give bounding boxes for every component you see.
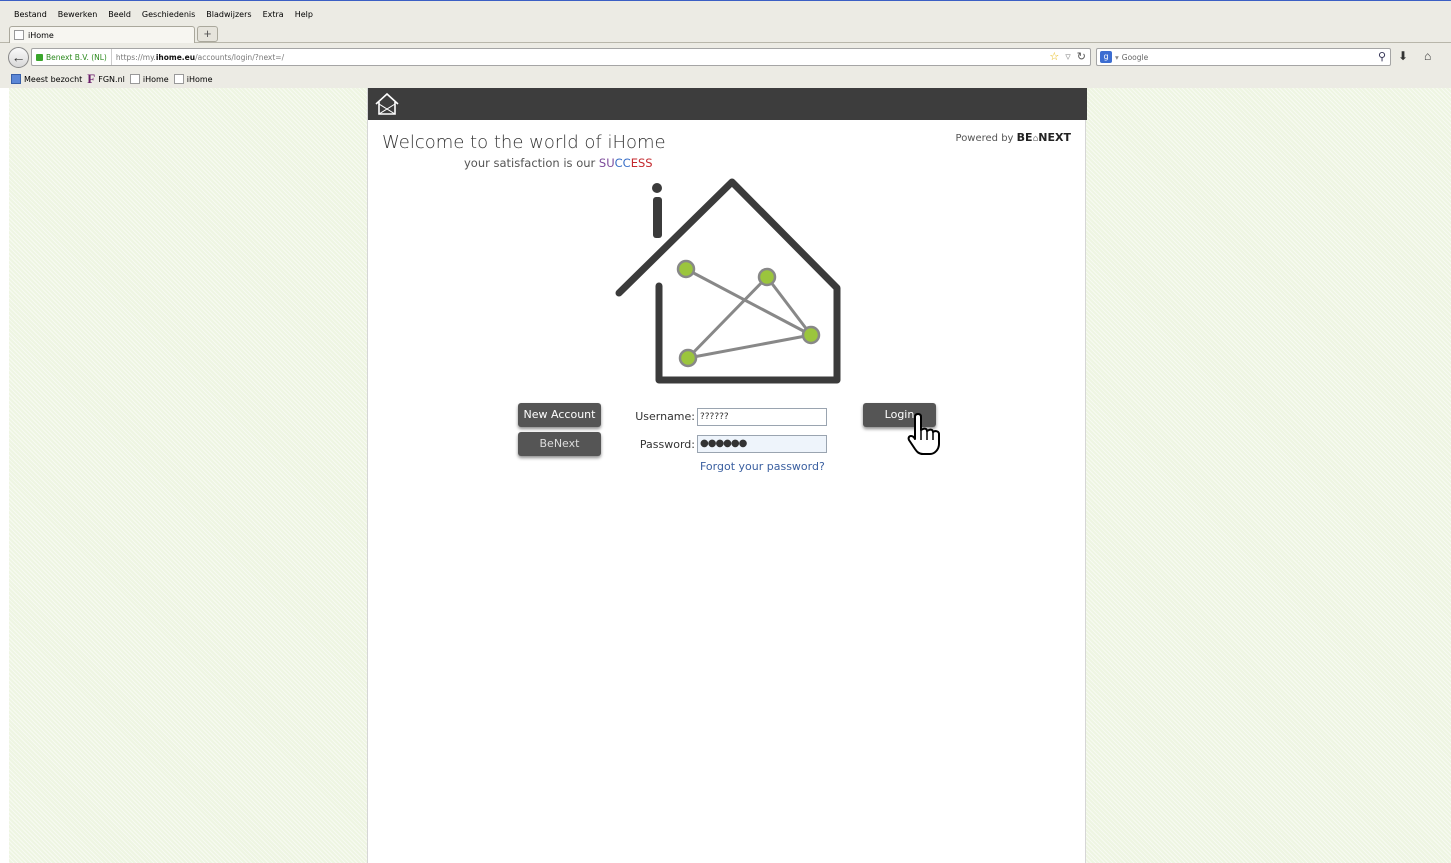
dropdown-icon[interactable]: ▿ [1065,49,1071,65]
page-icon [14,30,24,40]
search-placeholder: Google [1121,52,1149,62]
password-field[interactable]: ●●●●●● [697,435,827,453]
page-background: Welcome to the world of iHome your satis… [9,88,1451,863]
url-bar-icons: ☆ ▿ ↻ [1049,49,1086,65]
google-icon[interactable]: g [1100,51,1112,63]
bookmark-ihome-2[interactable]: iHome [173,74,213,84]
bookmark-fgn[interactable]: F FGN.nl [87,71,125,86]
browser-chrome: Bestand Bewerken Beeld Geschiedenis Blad… [0,0,1451,88]
bookmark-star-icon[interactable]: ☆ [1049,49,1059,65]
ihome-logo-illustration [615,178,841,384]
back-button[interactable]: ← [8,47,29,68]
search-engine-dropdown-icon[interactable]: ▾ [1115,53,1119,62]
page-icon [129,74,140,84]
password-label: Password: [639,438,695,451]
home-logo-icon[interactable] [374,92,400,116]
url-bar[interactable]: Benext B.V. (NL) https://my.ihome.eu/acc… [31,48,1091,66]
username-field[interactable]: ?????? [697,408,827,426]
url-text: https://my.ihome.eu/accounts/login/?next… [115,52,285,62]
menu-beeld[interactable]: Beeld [108,7,131,23]
tab-ihome[interactable]: iHome [9,26,195,43]
new-tab-button[interactable]: + [197,26,218,42]
identity-label: Benext B.V. (NL) [46,52,107,62]
bookmarks-bar: Meest bezocht F FGN.nl iHome iHome [0,71,213,87]
menu-bar: Bestand Bewerken Beeld Geschiedenis Blad… [0,7,313,23]
hand-cursor-icon [907,413,940,455]
menu-extra[interactable]: Extra [263,7,284,23]
page-icon [173,74,184,84]
welcome-heading: Welcome to the world of iHome [382,132,666,153]
menu-bestand[interactable]: Bestand [14,7,47,23]
download-icon[interactable]: ⬇ [1398,49,1408,63]
powered-by: Powered by BE⌂NEXT [955,131,1071,144]
tagline: your satisfaction is our SUCCESS [464,156,653,170]
folder-icon [11,74,21,84]
tab-bar: iHome + [0,25,1451,43]
menu-geschiedenis[interactable]: Geschiedenis [142,7,195,23]
menu-bladwijzers[interactable]: Bladwijzers [206,7,251,23]
search-icon[interactable]: ⚲ [1378,50,1386,63]
new-account-button[interactable]: New Account [518,403,601,427]
benext-button[interactable]: BeNext [518,432,601,456]
menu-help[interactable]: Help [295,7,313,23]
site-identity[interactable]: Benext B.V. (NL) [32,49,112,65]
menu-bewerken[interactable]: Bewerken [58,7,98,23]
navigation-bar: ← Benext B.V. (NL) https://my.ihome.eu/a… [0,45,1451,69]
tab-title: iHome [28,30,54,40]
fgn-icon: F [87,71,96,86]
lock-icon [36,53,43,61]
search-bar[interactable]: g ▾ Google ⚲ [1096,48,1391,66]
home-icon[interactable]: ⌂ [1424,49,1431,63]
site-header [368,88,1087,120]
reload-icon[interactable]: ↻ [1077,49,1086,65]
main-content: Welcome to the world of iHome your satis… [367,88,1087,863]
bookmark-meest-bezocht[interactable]: Meest bezocht [11,74,82,84]
username-label: Username: [635,410,695,423]
forgot-password-link[interactable]: Forgot your password? [700,460,825,473]
bookmark-ihome-1[interactable]: iHome [129,74,169,84]
